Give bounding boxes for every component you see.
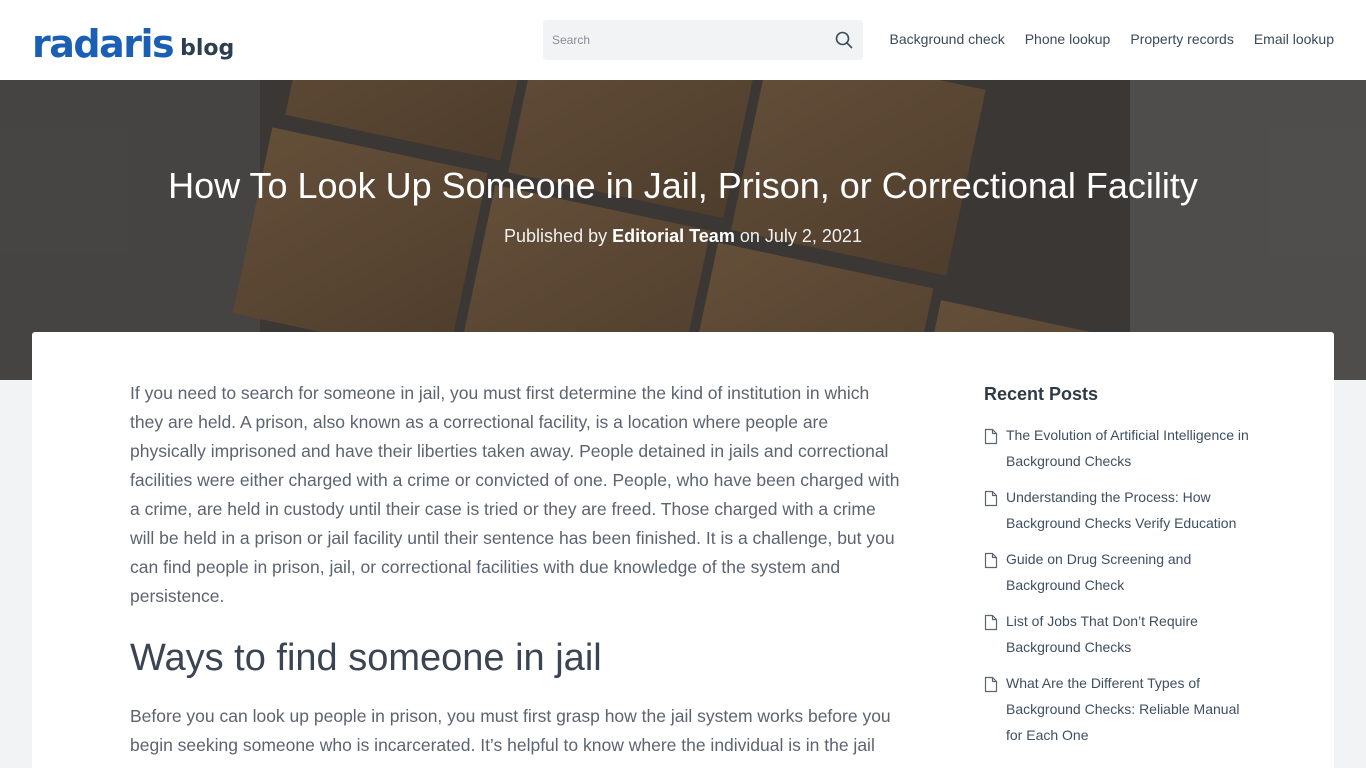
content-card: If you need to search for someone in jai… [32, 332, 1334, 768]
site-header: radaris blog Background check Phone look… [0, 0, 1366, 80]
date-prefix: on [739, 226, 760, 246]
document-icon [984, 490, 998, 507]
site-logo[interactable]: radaris blog [32, 20, 234, 64]
document-icon [984, 552, 998, 569]
nav-email-lookup[interactable]: Email lookup [1254, 30, 1334, 48]
nav-phone-lookup[interactable]: Phone lookup [1025, 30, 1111, 48]
recent-post-item: Guide on Drug Screening and Background C… [984, 546, 1254, 598]
intro-paragraph: If you need to search for someone in jai… [130, 383, 900, 606]
article-body: If you need to search for someone in jai… [130, 379, 902, 760]
logo-blog-label: blog [180, 36, 235, 61]
body-paragraph: Before you can look up people in prison,… [130, 706, 891, 755]
document-icon [984, 428, 998, 445]
recent-post-item: Understanding the Process: How Backgroun… [984, 484, 1254, 536]
document-icon [984, 614, 998, 631]
post-meta: Published by Editorial Team on July 2, 2… [0, 225, 1366, 247]
recent-post-link[interactable]: Guide on Drug Screening and Background C… [1006, 546, 1254, 598]
main-nav: Background check Phone lookup Property r… [890, 30, 1334, 48]
section-heading: Ways to find someone in jail [130, 637, 602, 679]
publish-date: July 2, 2021 [764, 226, 862, 246]
sidebar-title: Recent Posts [984, 384, 1099, 404]
recent-post-link[interactable]: What Are the Different Types of Backgrou… [1006, 670, 1254, 748]
nav-background-check[interactable]: Background check [890, 30, 1005, 48]
search-input[interactable] [543, 20, 823, 60]
logo-wordmark: radaris [32, 22, 175, 66]
page-title: How To Look Up Someone in Jail, Prison, … [168, 165, 1198, 206]
recent-post-link[interactable]: List of Jobs That Don’t Require Backgrou… [1006, 608, 1254, 660]
author-link[interactable]: Editorial Team [612, 226, 735, 246]
recent-post-item: What Are the Different Types of Backgrou… [984, 670, 1254, 748]
recent-post-item: List of Jobs That Don’t Require Backgrou… [984, 608, 1254, 660]
recent-post-item: The Evolution of Artificial Intelligence… [984, 422, 1254, 474]
sidebar-recent-posts: Recent Posts The Evolution of Artificial… [984, 383, 1254, 758]
published-prefix: Published by [504, 226, 608, 246]
nav-property-records[interactable]: Property records [1130, 30, 1233, 48]
document-icon [984, 676, 998, 693]
search-box [543, 20, 863, 60]
recent-post-link[interactable]: Understanding the Process: How Backgroun… [1006, 484, 1254, 536]
recent-post-link[interactable]: The Evolution of Artificial Intelligence… [1006, 422, 1254, 474]
search-icon[interactable] [835, 31, 853, 49]
